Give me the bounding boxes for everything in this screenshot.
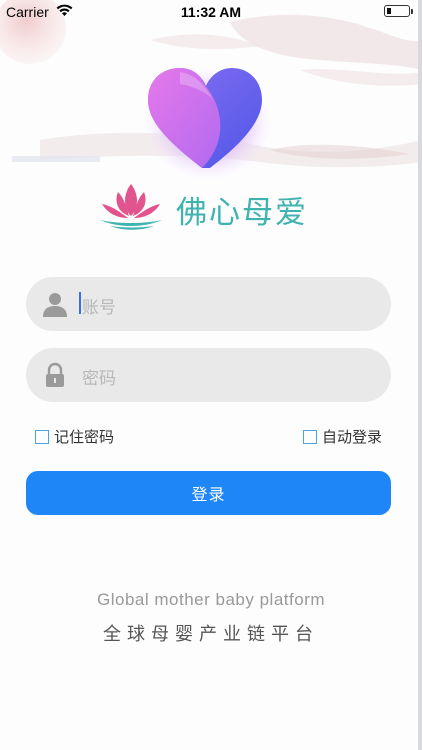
battery-icon	[384, 5, 413, 17]
lock-icon	[46, 362, 64, 387]
auto-login-label: 自动登录	[321, 428, 382, 446]
status-bar: Carrier 11:32 AM	[0, 0, 422, 24]
heart-logo-icon	[144, 68, 272, 180]
auto-login-option[interactable]: 自动登录	[302, 426, 382, 447]
lotus-logo-icon	[100, 184, 162, 230]
remember-password-option[interactable]: 记住密码	[35, 426, 114, 447]
login-screen: Carrier 11:32 AM 佛心母爱 账号 密码 记住密码 自动登录 登录…	[0, 0, 422, 750]
status-time: 11:32 AM	[180, 4, 242, 20]
remember-password-label: 记住密码	[54, 428, 115, 446]
text-cursor	[79, 292, 81, 314]
app-name: 佛心母爱	[176, 195, 308, 231]
user-icon	[43, 293, 67, 317]
password-field[interactable]: 密码	[26, 348, 391, 402]
account-field[interactable]: 账号	[26, 277, 391, 331]
remember-password-checkbox[interactable]	[35, 430, 49, 444]
account-placeholder: 账号	[82, 298, 116, 318]
slogan-chinese: 全球母婴产业链平台	[103, 624, 319, 645]
battery-level	[387, 8, 391, 14]
password-placeholder: 密码	[82, 369, 116, 389]
auto-login-checkbox[interactable]	[302, 430, 317, 444]
slogan-english: Global mother baby platform	[97, 590, 325, 609]
login-button[interactable]: 登录	[26, 471, 391, 515]
